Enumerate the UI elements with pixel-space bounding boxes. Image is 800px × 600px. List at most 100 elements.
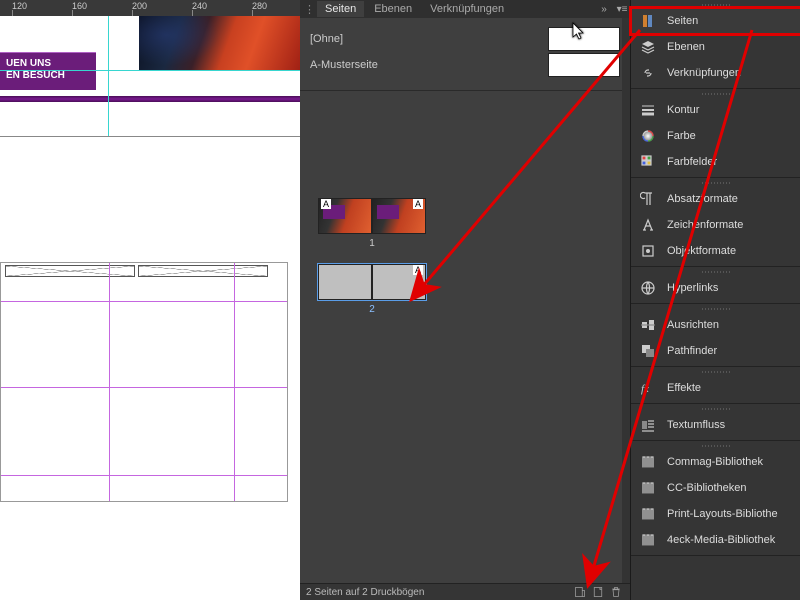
- dock-item-label: Ausrichten: [667, 319, 719, 331]
- dock-item-farbe[interactable]: Farbe: [631, 123, 800, 149]
- master-thumbnail[interactable]: [548, 53, 620, 77]
- hyperlinks-icon: [639, 279, 657, 297]
- dock-item-farbfelder[interactable]: Farbfelder: [631, 149, 800, 175]
- master-row[interactable]: [Ohne]: [310, 26, 620, 52]
- dock-item-print-bib[interactable]: Print-Layouts-Bibliothe: [631, 501, 800, 527]
- new-page-icon[interactable]: [590, 585, 606, 599]
- print-bib-icon: [639, 505, 657, 523]
- panel-footer: 2 Seiten auf 2 Druckbögen: [300, 583, 630, 600]
- svg-text:fx: fx: [641, 383, 649, 395]
- guide-horizontal[interactable]: [0, 70, 300, 71]
- master-thumbnail[interactable]: [548, 27, 620, 51]
- dock-item-label: 4eck-Media-Bibliothek: [667, 534, 775, 546]
- page-number-label: 1: [318, 238, 426, 249]
- ausrichten-icon: [639, 316, 657, 334]
- master-pages-section: [Ohne] A-Musterseite: [300, 18, 630, 86]
- cc-bib-icon: [639, 479, 657, 497]
- seiten-icon: [639, 12, 657, 30]
- dock-item-hyperlinks[interactable]: Hyperlinks: [631, 275, 800, 301]
- document-canvas[interactable]: UEN UNS EN BESUCH: [0, 16, 300, 600]
- farbe-icon: [639, 127, 657, 145]
- panel-menu-icon[interactable]: ▾≡: [614, 4, 630, 15]
- ruler-tick: 200: [132, 0, 147, 16]
- dock-item-ebenen[interactable]: Ebenen: [631, 34, 800, 60]
- textumfluss-icon: [639, 416, 657, 434]
- panel-collapse-icon[interactable]: »: [596, 4, 612, 15]
- delete-page-icon[interactable]: [608, 585, 624, 599]
- dock-item-label: Textumfluss: [667, 419, 725, 431]
- master-row[interactable]: A-Musterseite: [310, 52, 620, 78]
- dock-item-absatzformate[interactable]: Absatzformate: [631, 186, 800, 212]
- dock-item-verknuepfungen[interactable]: Verknüpfungen: [631, 60, 800, 86]
- ebenen-icon: [639, 38, 657, 56]
- master-badge: A: [413, 199, 423, 209]
- objektformate-icon: [639, 242, 657, 260]
- dock-item-label: Effekte: [667, 382, 701, 394]
- page-thumbnail[interactable]: [318, 264, 372, 300]
- dock-item-label: Hyperlinks: [667, 282, 718, 294]
- panel-scrollbar[interactable]: [622, 18, 630, 584]
- commag-bib-icon: [639, 453, 657, 471]
- pages-panel: ⋮ Seiten Ebenen Verknüpfungen » ▾≡ [Ohne…: [300, 0, 630, 600]
- dock-item-label: Absatzformate: [667, 193, 738, 205]
- guide-horizontal[interactable]: [1, 387, 287, 388]
- dock-item-kontur[interactable]: Kontur: [631, 97, 800, 123]
- dock-item-label: Objektformate: [667, 245, 736, 257]
- panel-tab-bar: ⋮ Seiten Ebenen Verknüpfungen » ▾≡: [300, 0, 630, 18]
- tab-ebenen[interactable]: Ebenen: [366, 1, 420, 17]
- banner-line: EN BESUCH: [6, 70, 90, 82]
- tab-verknuepfungen[interactable]: Verknüpfungen: [422, 1, 512, 17]
- dock-item-textumfluss[interactable]: Textumfluss: [631, 412, 800, 438]
- page-thumbnail[interactable]: A: [318, 198, 372, 234]
- kontur-icon: [639, 101, 657, 119]
- dock-item-cc-bib[interactable]: CC-Bibliotheken: [631, 475, 800, 501]
- page-number-label: 2: [318, 304, 426, 315]
- ruler-tick: 280: [252, 0, 267, 16]
- master-badge: A: [321, 199, 331, 209]
- spread-row[interactable]: A 2: [318, 264, 426, 315]
- dock-item-label: CC-Bibliotheken: [667, 482, 746, 494]
- dock-item-objektformate[interactable]: Objektformate: [631, 238, 800, 264]
- guide-vertical[interactable]: [109, 263, 110, 501]
- zeichenformate-icon: [639, 216, 657, 234]
- guide-horizontal[interactable]: [1, 475, 287, 476]
- dock-item-label: Verknüpfungen: [667, 67, 741, 79]
- page-layout-1: UEN UNS EN BESUCH: [0, 16, 300, 137]
- panel-divider[interactable]: [300, 90, 630, 91]
- spread-row[interactable]: A A 1: [318, 198, 426, 249]
- panel-dock: SeitenEbenen Verknüpfungen Kontur Farbe Farb…: [630, 0, 800, 600]
- tab-seiten[interactable]: Seiten: [317, 1, 364, 17]
- dock-item-label: Farbe: [667, 130, 696, 142]
- ruler-tick: 120: [12, 0, 27, 16]
- dock-item-label: Pathfinder: [667, 345, 717, 357]
- dock-item-label: Kontur: [667, 104, 699, 116]
- horizontal-ruler[interactable]: 120 160 200 240 280: [0, 0, 300, 16]
- empty-image-frames: [5, 265, 283, 275]
- page-spreads-section: A A 1 A 2: [300, 190, 630, 584]
- dock-item-label: Zeichenformate: [667, 219, 743, 231]
- page-thumbnail[interactable]: A: [372, 198, 426, 234]
- effekte-icon: fx: [639, 379, 657, 397]
- ruler-tick: 160: [72, 0, 87, 16]
- dock-item-effekte[interactable]: fx Effekte: [631, 375, 800, 401]
- hero-image: [139, 11, 300, 71]
- dock-item-4eck-bib[interactable]: 4eck-Media-Bibliothek: [631, 527, 800, 553]
- dock-item-pathfinder[interactable]: Pathfinder: [631, 338, 800, 364]
- guide-horizontal[interactable]: [1, 301, 287, 302]
- guide-vertical[interactable]: [108, 16, 109, 136]
- banner-line: UEN UNS: [6, 58, 90, 70]
- master-label: A-Musterseite: [310, 59, 540, 71]
- dock-item-seiten[interactable]: Seiten: [631, 8, 800, 34]
- master-label: [Ohne]: [310, 33, 540, 45]
- dock-item-zeichenformate[interactable]: Zeichenformate: [631, 212, 800, 238]
- edit-page-size-icon[interactable]: [572, 585, 588, 599]
- panel-grip-icon[interactable]: ⋮: [304, 3, 315, 16]
- ruler-tick: 240: [192, 0, 207, 16]
- banner-box: UEN UNS EN BESUCH: [0, 52, 96, 90]
- dock-item-label: Farbfelder: [667, 156, 717, 168]
- dock-item-ausrichten[interactable]: Ausrichten: [631, 312, 800, 338]
- guide-vertical[interactable]: [234, 263, 235, 501]
- dock-item-commag-bib[interactable]: Commag-Bibliothek: [631, 449, 800, 475]
- status-text: 2 Seiten auf 2 Druckbögen: [306, 587, 424, 598]
- page-thumbnail[interactable]: A: [372, 264, 426, 300]
